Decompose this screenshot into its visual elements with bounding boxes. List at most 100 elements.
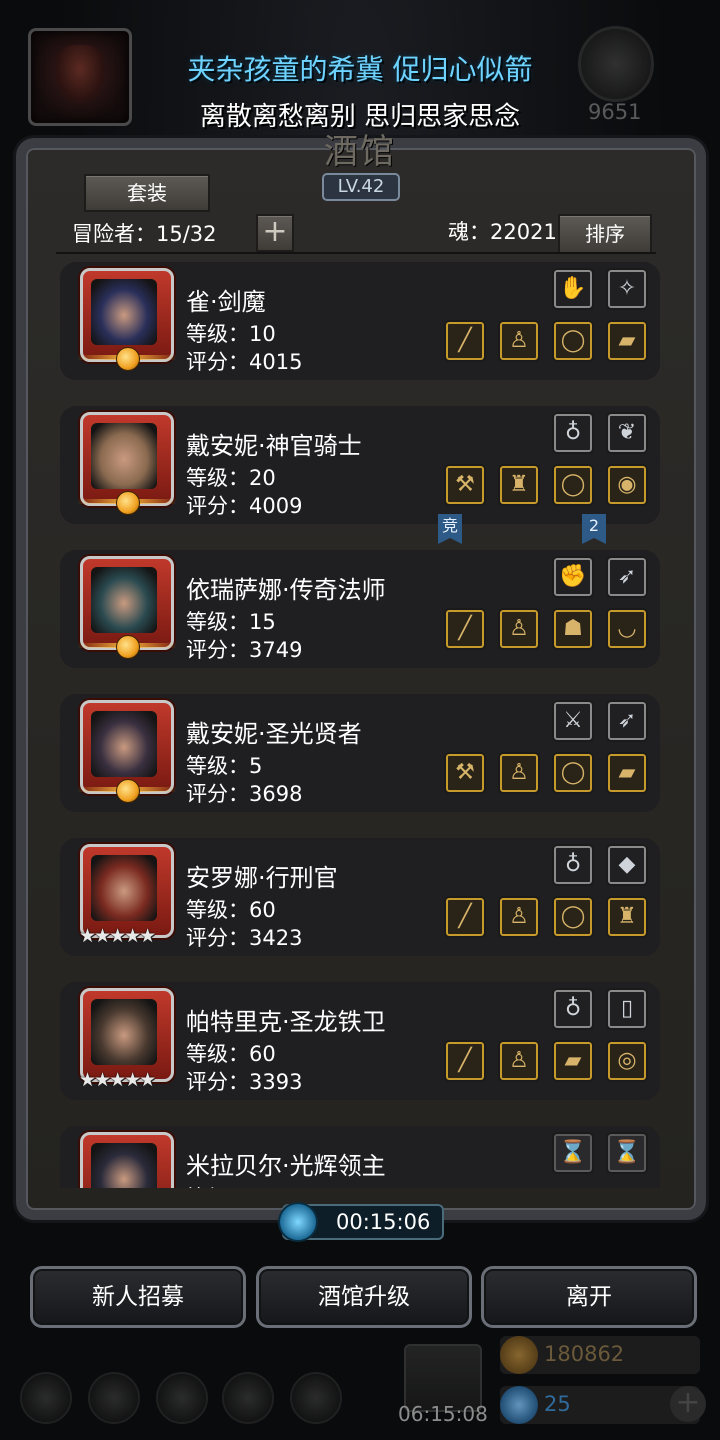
equipment-slot[interactable]: ◯ [552,752,594,794]
equipment-slot[interactable]: ♙ [498,896,540,938]
set-button[interactable]: 套装 [84,174,210,212]
equipment-slot[interactable]: ◯ [552,464,594,506]
equipment-slot[interactable]: ➶ [606,556,648,598]
hero-card[interactable]: 戴安妮·神官骑士 等级：20 评分：4009 ♁ ❦ ⚒ ♜ ◯ ◉ 竞 2 [60,406,660,544]
equipment-slot[interactable]: ⚒ [444,464,486,506]
equipment-slot[interactable]: ❦ [606,412,648,454]
hero-portrait[interactable]: ★★★★★ [79,988,174,1091]
equipment-slot[interactable]: ♁ [552,844,594,886]
equipment-slot[interactable]: ◆ [606,844,648,886]
hero-level: 等级：60 [186,1182,276,1188]
hero-level: 等级：15 [186,610,276,634]
sort-button[interactable]: 排序 [558,214,652,254]
panel-title: 酒馆 [324,132,396,172]
equipment-slot[interactable]: ╱ [444,608,486,650]
equipment-slot[interactable]: ♁ [552,412,594,454]
hero-level: 等级：10 [186,322,276,346]
add-adventurer-button[interactable]: + [256,214,294,252]
equipment-slot[interactable]: ✊ [552,556,594,598]
amulet-icon: ♁ [564,852,582,877]
equipment-slot[interactable]: ◎ [606,1040,648,1082]
scroll-text-line1: 夹杂孩童的希冀 促归心似箭 [187,53,533,86]
glove-icon: ✊ [559,564,587,589]
equipment-slot[interactable]: ◯ [552,320,594,362]
equipment-slot[interactable]: ✋ [552,268,594,310]
boots-icon: ▰ [618,328,636,353]
menu-icon-2[interactable] [88,1372,140,1424]
boots-icon: ▰ [618,760,636,785]
hero-portrait[interactable] [77,268,177,371]
equipment-slot[interactable]: ♜ [498,464,540,506]
ring-icon: ◯ [560,472,586,497]
equipment-slot[interactable]: ╱ [444,320,486,362]
equipment-slot[interactable]: ➶ [606,700,648,742]
hero-card[interactable]: ★★★★★ 安罗娜·行刑官 等级：60 评分：3423 ♁ ◆ ╱ ♙ ◯ ♜ [60,838,660,956]
gem-icon: ◆ [618,852,636,877]
hero-card[interactable]: 依瑞萨娜·传奇法师 等级：15 评分：3749 ✊ ➶ ╱ ♙ ☗ ◡ [60,550,660,668]
hero-name: 雀·剑魔 [186,288,266,316]
hero-name: 米拉贝尔·光辉领主 [186,1152,386,1180]
leave-button[interactable]: 离开 [481,1266,697,1328]
coat-icon: ♜ [617,904,637,929]
equipment-slot[interactable]: ♁ [552,988,594,1030]
equipment-slot[interactable]: ♙ [498,608,540,650]
menu-icon-3[interactable] [156,1372,208,1424]
menu-icon-1[interactable] [20,1372,72,1424]
equipment-slot[interactable]: ♙ [498,752,540,794]
hero-score: 评分：4015 [186,350,303,374]
equipment-slot[interactable]: ♙ [498,320,540,362]
equipment-slot[interactable]: ╱ [444,1040,486,1082]
cloak-icon: ♙ [509,616,529,641]
gift-timer: 06:15:08 [398,1402,488,1426]
equipment-slot[interactable]: ⌛ [552,1132,594,1174]
hero-portrait[interactable] [80,1132,174,1188]
equipment-slot[interactable]: ♙ [498,1040,540,1082]
hero-face-icon [91,855,157,921]
gauntlet-icon: ✋ [559,276,587,301]
equipment-slot[interactable]: ▰ [606,320,648,362]
equipment-slot[interactable]: ▰ [606,752,648,794]
equipment-slot[interactable]: ◯ [552,896,594,938]
hero-tag: 竞 [438,514,462,544]
blade-icon: ╱ [458,904,472,929]
equipment-slot[interactable]: ⌛ [606,1132,648,1174]
moon-badge-icon [116,635,140,659]
hero-portrait[interactable] [77,700,177,803]
equipment-slot[interactable]: ╱ [444,896,486,938]
hero-card[interactable]: ★★★★★ 帕特里克·圣龙铁卫 等级：60 评分：3393 ♁ ▯ ╱ ♙ ▰ ◎ [60,982,660,1100]
equipment-slot[interactable]: ▯ [606,988,648,1030]
hero-portrait[interactable] [77,556,177,659]
hero-score: 评分：3698 [186,782,303,806]
empty-slot-icon: ⌛ [559,1140,587,1165]
equipment-slot[interactable]: ☗ [552,608,594,650]
hero-portrait[interactable] [77,412,177,515]
hero-level: 等级：60 [186,898,276,922]
menu-icon-5[interactable] [290,1372,342,1424]
hero-face-icon [91,567,157,633]
hero-card[interactable]: 雀·剑魔等级：10 评分：4015 ✋ ✧ ╱ ♙ ◯ ▰ [60,262,660,380]
add-gems-button[interactable]: + [670,1386,706,1422]
gem-value: 25 [544,1392,571,1416]
equipment-slot[interactable]: ⚒ [444,752,486,794]
equipment-slot[interactable]: ◡ [606,608,648,650]
rune-icon: ✧ [617,276,637,301]
hero-face-icon [91,279,157,345]
tavern-level-badge: LV.42 [322,173,400,201]
robe-icon: ♜ [509,472,529,497]
hero-name: 戴安妮·圣光贤者 [186,720,362,748]
adventurer-count: 冒险者：15/32 [72,222,217,246]
hero-level: 等级：20 [186,466,276,490]
hero-card[interactable]: 戴安妮·圣光贤者 等级：5 评分：3698 ⚔ ➶ ⚒ ♙ ◯ ▰ [60,694,660,812]
equipment-slot[interactable]: ♜ [606,896,648,938]
hero-card[interactable]: 米拉贝尔·光辉领主等级：60 ⌛ ⌛ [60,1126,660,1188]
hero-portrait[interactable]: ★★★★★ [79,844,174,947]
equipment-slot[interactable]: ✧ [606,268,648,310]
recruit-button[interactable]: 新人招募 [30,1266,246,1328]
menu-icon-4[interactable] [222,1372,274,1424]
equipment-slot[interactable]: ◉ [606,464,648,506]
upgrade-tavern-button[interactable]: 酒馆升级 [256,1266,472,1328]
equipment-slot[interactable]: ▰ [552,1040,594,1082]
equipment-slot[interactable]: ⚔ [552,700,594,742]
staff-icon: ╱ [458,328,472,353]
hero-list[interactable]: 雀·剑魔 等级：10 评分：4015 ✋ ✧ ╱ ♙ ◯ ▰ 戴安妮·神官骑士 等级：20 评分：40… [56,252,664,1188]
